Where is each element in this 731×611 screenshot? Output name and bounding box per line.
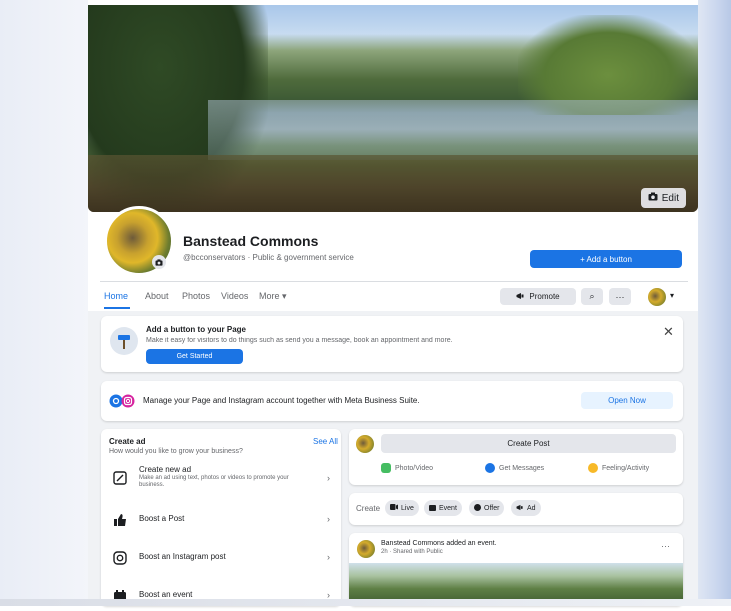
promote-label: Promote: [529, 292, 560, 301]
add-button-card-title: Add a button to your Page: [146, 325, 246, 334]
live-icon: [390, 504, 398, 512]
create-ad-title: Create ad: [109, 437, 146, 446]
create-label: Create: [356, 504, 381, 513]
cover-lake: [208, 100, 698, 160]
tab-more[interactable]: More ▾: [259, 291, 287, 302]
event-label: Event: [439, 504, 457, 512]
more-icon: ···: [615, 291, 625, 302]
calendar-icon: [429, 504, 436, 513]
get-started-button[interactable]: Get Started: [146, 349, 243, 364]
tab-home[interactable]: Home: [104, 291, 128, 301]
ad-option-boost-event[interactable]: Boost an event ›: [109, 581, 335, 611]
search-icon: ⌕: [589, 291, 595, 301]
live-chip[interactable]: Live: [385, 500, 419, 516]
ad-option-boost-post[interactable]: Boost a Post ›: [109, 505, 335, 535]
create-ad-card: Create ad How would you like to grow you…: [101, 429, 341, 606]
nav-divider: [100, 281, 688, 282]
promote-button[interactable]: Promote: [500, 288, 576, 305]
desktop-background-left: [0, 0, 88, 606]
ad-option-label: Create new ad: [139, 465, 192, 474]
see-all-link[interactable]: See All: [313, 437, 338, 446]
ad-option-label: Boost an event: [139, 590, 193, 599]
event-post-card: Banstead Commons added an event. 2h · Sh…: [349, 533, 683, 606]
page-subtitle: @bcconservators · Public & government se…: [183, 253, 354, 262]
signpost-icon: [110, 327, 138, 355]
create-ad-subtitle: How would you like to grow your business…: [109, 448, 243, 455]
ad-chip[interactable]: Ad: [511, 500, 541, 516]
tab-videos[interactable]: Videos: [221, 291, 248, 301]
cover-photo: Edit: [88, 5, 698, 212]
search-button[interactable]: ⌕: [581, 288, 603, 305]
add-button-card-description: Make it easy for visitors to do things s…: [146, 337, 453, 344]
active-tab-indicator: [104, 307, 130, 309]
photo-icon: [381, 463, 391, 473]
taskbar-strip: [0, 599, 731, 606]
instagram-icon: [111, 549, 129, 567]
ad-option-create-new-ad[interactable]: Create new ad Make an ad using text, pho…: [109, 463, 335, 497]
get-messages-button[interactable]: Get Messages: [485, 463, 544, 473]
chevron-right-icon: ›: [327, 552, 330, 562]
ad-option-label: Boost an Instagram post: [139, 552, 226, 561]
megaphone-icon: [516, 504, 524, 513]
ad-option-description: Make an ad using text, photos or videos …: [139, 475, 289, 488]
post-headline: Banstead Commons added an event.: [381, 540, 497, 547]
feeling-activity-label: Feeling/Activity: [602, 464, 650, 472]
feeling-activity-button[interactable]: Feeling/Activity: [588, 463, 649, 473]
post-author-avatar[interactable]: [357, 540, 375, 558]
ad-option-label: Boost a Post: [139, 514, 185, 523]
create-post-card: Create Post Photo/Video Get Messages Fee…: [349, 429, 683, 485]
thumbs-up-icon: [111, 511, 129, 529]
event-chip[interactable]: Event: [424, 500, 462, 516]
open-now-button[interactable]: Open Now: [581, 392, 673, 409]
profile-switcher-avatar[interactable]: [648, 288, 666, 306]
meta-business-suite-card: Manage your Page and Instagram account t…: [101, 381, 683, 421]
meta-instagram-icons: [109, 394, 137, 408]
get-messages-label: Get Messages: [499, 464, 545, 472]
chevron-right-icon: ›: [327, 514, 330, 524]
live-label: Live: [401, 504, 414, 512]
page-title: Banstead Commons: [183, 233, 319, 249]
smiley-icon: [588, 463, 598, 473]
offer-label: Offer: [484, 504, 500, 512]
edit-cover-label: Edit: [661, 192, 679, 204]
edit-cover-button[interactable]: Edit: [640, 188, 686, 208]
camera-icon: [648, 192, 658, 204]
ad-option-boost-instagram-post[interactable]: Boost an Instagram post ›: [109, 543, 335, 573]
post-options-icon[interactable]: ···: [661, 541, 670, 551]
page-avatar-small: [356, 435, 374, 453]
megaphone-icon: [516, 292, 525, 302]
cover-foreground-grass: [88, 155, 698, 212]
photo-video-button[interactable]: Photo/Video: [381, 463, 433, 473]
close-icon[interactable]: ✕: [663, 324, 674, 340]
tag-icon: [474, 503, 481, 513]
photo-video-label: Photo/Video: [395, 464, 434, 472]
create-post-button[interactable]: Create Post: [381, 434, 676, 453]
chevron-right-icon: ›: [327, 473, 330, 483]
avatar-camera-icon[interactable]: [152, 255, 166, 269]
offer-chip[interactable]: Offer: [469, 500, 505, 516]
ad-label: Ad: [527, 504, 536, 512]
chevron-down-icon[interactable]: ▾: [670, 291, 674, 300]
more-options-button[interactable]: ···: [609, 288, 631, 305]
tab-photos[interactable]: Photos: [182, 291, 210, 301]
add-button-card: Add a button to your Page Make it easy f…: [101, 316, 683, 372]
add-a-button-button[interactable]: + Add a button: [530, 250, 682, 268]
meta-business-suite-text: Manage your Page and Instagram account t…: [143, 396, 420, 405]
post-timestamp[interactable]: 2h · Shared with Public: [381, 549, 443, 555]
messenger-icon: [485, 463, 495, 473]
desktop-background-right: [698, 0, 731, 606]
edit-icon: [111, 469, 129, 487]
tab-about[interactable]: About: [145, 291, 169, 301]
create-shortcuts-card: Create Live Event Offer Ad: [349, 493, 683, 525]
